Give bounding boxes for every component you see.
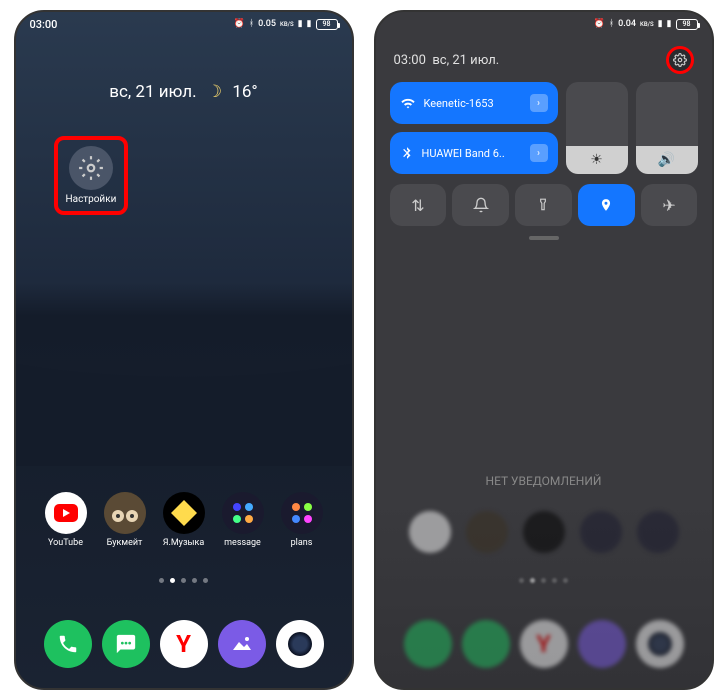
drag-handle[interactable] (529, 236, 559, 240)
app-message[interactable]: message (216, 492, 270, 548)
app-plans[interactable]: plans (275, 492, 329, 548)
dock-browser[interactable]: Y (160, 620, 208, 668)
bluetooth-icon: ᚼ (609, 19, 614, 29)
dock: Y (16, 620, 352, 668)
flashlight-tile[interactable] (515, 184, 572, 226)
status-bar: ⏰ ᚼ 0.04 KB/S ▮ ▮ 98 (376, 12, 712, 36)
volume-slider[interactable]: 🔊 (636, 82, 698, 174)
settings-app-highlight[interactable]: Настройки (54, 136, 129, 215)
dock-phone[interactable] (44, 620, 92, 668)
panel-header: 03:00 вс, 21 июл. (376, 46, 712, 74)
gear-icon (673, 53, 687, 67)
wifi-icon (400, 95, 416, 111)
signal-icon-2: ▮ (667, 19, 672, 29)
chevron-right-icon[interactable]: › (530, 144, 548, 162)
dot (181, 578, 186, 583)
alarm-icon: ⏰ (594, 19, 605, 29)
dot (203, 578, 208, 583)
bt-name: HUAWEI Band 6.. (422, 147, 505, 160)
net-speed: 0.05 (258, 19, 276, 29)
status-time: 03:00 (30, 18, 58, 31)
wifi-name: Keenetic-1653 (424, 97, 494, 110)
net-unit: KB/S (640, 21, 654, 28)
brightness-level: ☀ (566, 146, 628, 174)
net-speed: 0.04 (618, 19, 636, 29)
folder-icon (281, 492, 323, 534)
app-row: YouTube Букмейт Я.Музыка message (16, 492, 352, 548)
panel-settings-button[interactable] (666, 46, 694, 74)
date-weather-widget[interactable]: вс, 21 июл. ☽ 16° (16, 82, 352, 102)
wifi-tile[interactable]: Keenetic-1653 › (390, 82, 558, 124)
dock-camera[interactable] (276, 620, 324, 668)
temp-text: 16° (232, 82, 257, 102)
page-indicator[interactable] (16, 578, 352, 583)
qs-row-2: ⇅ ✈ (390, 184, 698, 226)
date-text: вс, 21 июл. (109, 82, 196, 102)
bluetooth-icon (400, 146, 414, 160)
status-bar: 03:00 ⏰ ᚼ 0.05 KB/S ▮ ▮ 98 (16, 12, 352, 36)
qs-row-1: Keenetic-1653 › HUAWEI Band 6.. › ☀ 🔊 (390, 82, 698, 174)
blur-dock: Y (376, 620, 712, 668)
dot (192, 578, 197, 583)
wallpaper-wave (16, 316, 352, 466)
app-bookmate[interactable]: Букмейт (98, 492, 152, 548)
data-tile[interactable]: ⇅ (390, 184, 447, 226)
folder-icon (222, 492, 264, 534)
location-tile[interactable] (578, 184, 635, 226)
app-youtube[interactable]: YouTube (39, 492, 93, 548)
settings-icon (69, 146, 113, 190)
blur-dots (376, 578, 712, 583)
battery-icon: 98 (676, 19, 698, 30)
brightness-slider[interactable]: ☀ (566, 82, 628, 174)
panel-datetime: 03:00 вс, 21 июл. (394, 53, 500, 68)
youtube-icon (45, 492, 87, 534)
bookmate-icon (104, 492, 146, 534)
qs-tiles-left: Keenetic-1653 › HUAWEI Band 6.. › (390, 82, 558, 174)
signal-icon: ▮ (658, 19, 663, 29)
signal-icon-2: ▮ (307, 19, 312, 29)
no-notifications-text: НЕТ УВЕДОМЛЕНИЙ (376, 474, 712, 488)
settings-label: Настройки (66, 194, 117, 205)
dot (159, 578, 164, 583)
bluetooth-icon: ᚼ (249, 19, 254, 29)
volume-level: 🔊 (636, 146, 698, 174)
dnd-tile[interactable] (452, 184, 509, 226)
dock-messages[interactable] (102, 620, 150, 668)
battery-icon: 98 (316, 19, 338, 30)
dot-active (170, 578, 175, 583)
alarm-icon: ⏰ (234, 19, 245, 29)
chevron-right-icon[interactable]: › (530, 94, 548, 112)
signal-icon: ▮ (298, 19, 303, 29)
yamusic-icon (163, 492, 205, 534)
airplane-tile[interactable]: ✈ (641, 184, 698, 226)
net-unit: KB/S (280, 21, 294, 28)
status-right: ⏰ ᚼ 0.04 KB/S ▮ ▮ 98 (594, 19, 698, 30)
app-yamusic[interactable]: Я.Музыка (157, 492, 211, 548)
home-screen: 03:00 ⏰ ᚼ 0.05 KB/S ▮ ▮ 98 вс, 21 июл. ☽… (14, 10, 354, 690)
lens-icon (288, 632, 312, 656)
bluetooth-tile[interactable]: HUAWEI Band 6.. › (390, 132, 558, 174)
blur-background: Y (376, 498, 712, 688)
moon-icon: ☽ (207, 82, 222, 102)
blur-apps (376, 511, 712, 553)
notification-panel: ⏰ ᚼ 0.04 KB/S ▮ ▮ 98 03:00 вс, 21 июл. (374, 10, 714, 690)
dock-gallery[interactable] (218, 620, 266, 668)
status-right: ⏰ ᚼ 0.05 KB/S ▮ ▮ 98 (234, 19, 338, 30)
